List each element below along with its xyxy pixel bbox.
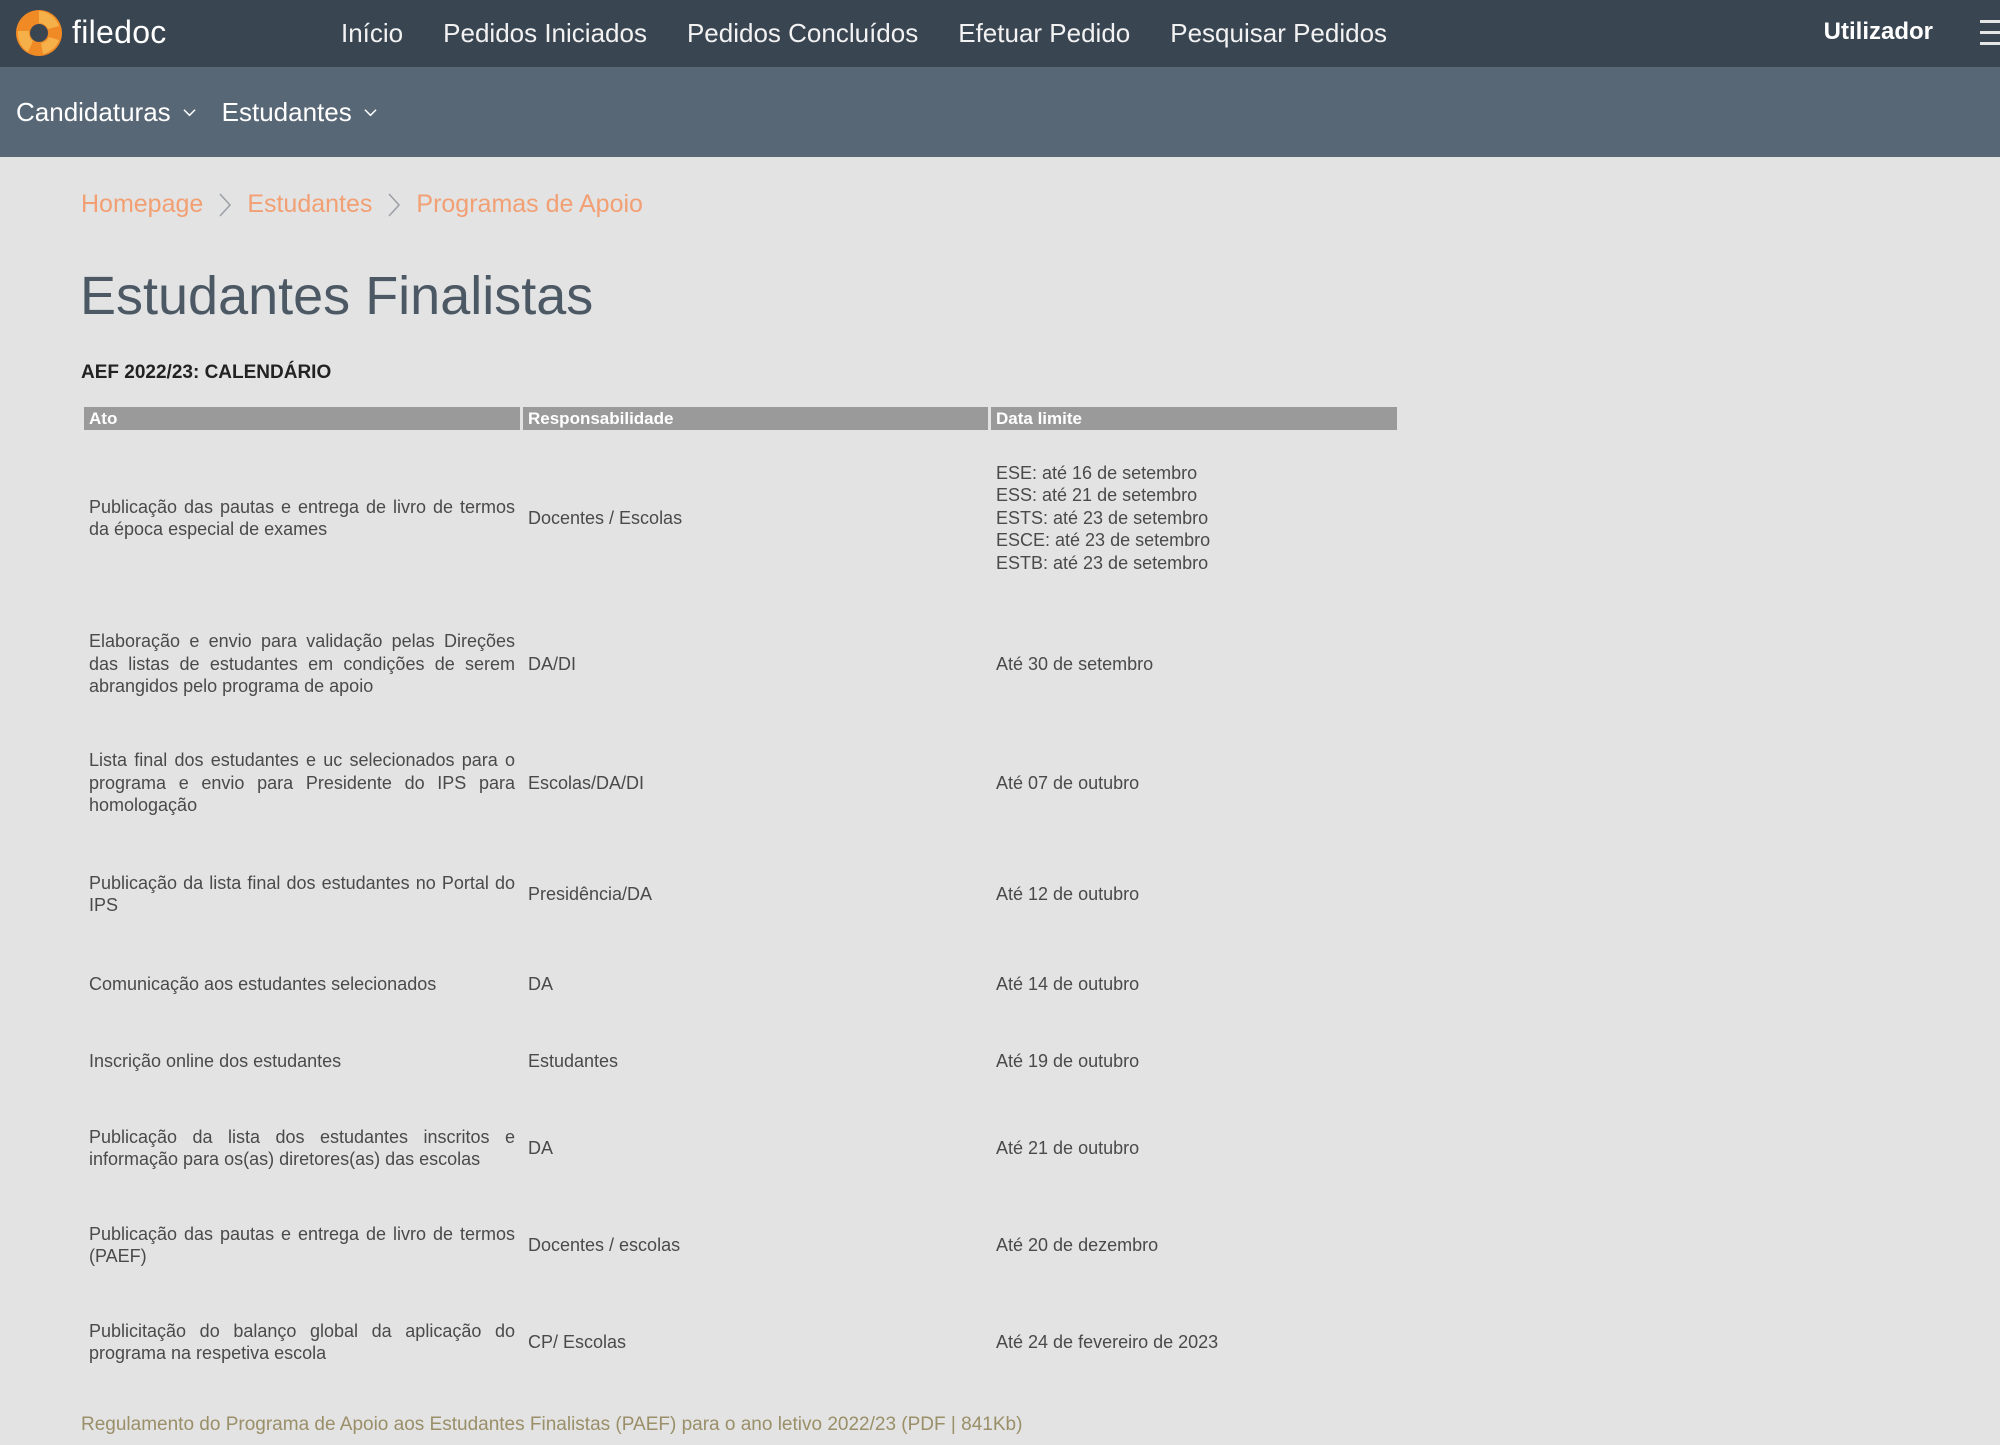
cell-ato: Publicação da lista dos estudantes inscr… [89, 1126, 515, 1170]
user-menu[interactable]: Utilizador [1824, 18, 1933, 46]
cell-ato: Lista final dos estudantes e uc selecion… [89, 750, 515, 816]
cell-ato: Publicação da lista final dos estudantes… [89, 872, 515, 916]
nav-pesquisar-pedidos[interactable]: Pesquisar Pedidos [1170, 18, 1387, 49]
brand-name[interactable]: filedoc [72, 14, 167, 51]
sub-nav-bar: Candidaturas Estudantes [0, 67, 2000, 157]
cell-data-limite-line: ESS: até 21 de setembro [996, 485, 1198, 506]
nav-pedidos-iniciados[interactable]: Pedidos Iniciados [443, 18, 647, 49]
cell-ato: Publicação das pautas e entrega de livro… [89, 496, 515, 540]
cell-ato: Inscrição online dos estudantes [89, 1050, 342, 1071]
table-row: Inscrição online dos estudantes Estudant… [84, 1024, 1397, 1098]
cell-data-limite: Até 14 de outubro [996, 973, 1140, 994]
subnav-estudantes[interactable]: Estudantes [222, 97, 377, 128]
cell-data-limite-line: ESTB: até 23 de setembro [996, 552, 1209, 573]
cell-ato: Comunicação aos estudantes selecionados [89, 973, 437, 994]
sub-nav: Candidaturas Estudantes [16, 67, 403, 157]
column-header-responsabilidade: Responsabilidade [523, 407, 988, 430]
cell-responsabilidade: DA [528, 1137, 554, 1158]
breadcrumb-estudantes[interactable]: Estudantes [247, 190, 372, 219]
cell-responsabilidade: Docentes / Escolas [528, 507, 683, 528]
chevron-down-icon [364, 108, 377, 116]
nav-inicio[interactable]: Início [341, 18, 403, 49]
cell-data-limite: Até 20 de dezembro [996, 1234, 1159, 1255]
cell-responsabilidade: DA/DI [528, 653, 577, 674]
breadcrumb: Homepage Estudantes Programas de Apoio [81, 190, 643, 219]
breadcrumb-programas-de-apoio[interactable]: Programas de Apoio [416, 190, 643, 219]
cell-responsabilidade: Presidência/DA [528, 883, 653, 904]
table-row: Publicação da lista final dos estudantes… [84, 844, 1397, 944]
cell-ato: Elaboração e envio para validação pelas … [89, 631, 515, 697]
table-row: Comunicação aos estudantes selecionados … [84, 947, 1397, 1021]
cell-data-limite: Até 12 de outubro [996, 883, 1140, 904]
section-title: AEF 2022/23: CALENDÁRIO [81, 362, 332, 383]
cell-responsabilidade: Escolas/DA/DI [528, 772, 645, 793]
cell-responsabilidade: Docentes / escolas [528, 1234, 681, 1255]
cell-responsabilidade: DA [528, 973, 554, 994]
cell-ato: Publicação das pautas e entrega de livro… [89, 1223, 515, 1267]
subnav-candidaturas[interactable]: Candidaturas [16, 97, 196, 128]
table-row: Publicação das pautas e entrega de livro… [84, 1198, 1397, 1292]
top-nav: Início Pedidos Iniciados Pedidos Concluí… [341, 0, 1427, 67]
subnav-estudantes-label: Estudantes [221, 96, 352, 127]
nav-pedidos-concluidos[interactable]: Pedidos Concluídos [687, 18, 918, 49]
filedoc-logo-icon[interactable] [15, 9, 63, 57]
chevron-right-icon [388, 192, 401, 217]
table-row: Lista final dos estudantes e uc selecion… [84, 725, 1397, 841]
table-row: Publicação da lista dos estudantes inscr… [84, 1101, 1397, 1195]
cell-data-limite: ESE: até 16 de setembro ESS: até 21 de s… [991, 433, 1397, 603]
subnav-candidaturas-label: Candidaturas [16, 96, 171, 127]
column-header-data-limite: Data limite [991, 407, 1397, 430]
cell-data-limite-line: ESE: até 16 de setembro [996, 462, 1198, 483]
table-row: Publicação das pautas e entrega de livro… [84, 433, 1397, 603]
top-bar: filedoc Início Pedidos Iniciados Pedidos… [0, 0, 2000, 67]
cell-ato: Publicitação do balanço global da aplica… [89, 1320, 515, 1364]
cell-data-limite: Até 24 de fevereiro de 2023 [996, 1331, 1219, 1352]
cell-responsabilidade: CP/ Escolas [528, 1331, 627, 1352]
calendar-table: Ato Responsabilidade Data limite Publica… [81, 404, 1400, 1392]
cell-data-limite-line: ESCE: até 23 de setembro [996, 530, 1211, 551]
regulamento-pdf-link[interactable]: Regulamento do Programa de Apoio aos Est… [81, 1414, 1022, 1436]
chevron-down-icon [183, 108, 196, 116]
table-header-row: Ato Responsabilidade Data limite [84, 407, 1397, 430]
table-row: Publicitação do balanço global da aplica… [84, 1295, 1397, 1389]
table-row: Elaboração e envio para validação pelas … [84, 606, 1397, 722]
cell-responsabilidade: Estudantes [528, 1050, 619, 1071]
cell-data-limite: Até 07 de outubro [996, 772, 1140, 793]
nav-efetuar-pedido[interactable]: Efetuar Pedido [958, 18, 1130, 49]
cell-data-limite: Até 19 de outubro [996, 1050, 1140, 1071]
chevron-right-icon [219, 192, 232, 217]
cell-data-limite: Até 21 de outubro [996, 1137, 1140, 1158]
hamburger-menu-icon[interactable] [1980, 20, 2000, 48]
page-title: Estudantes Finalistas [80, 266, 594, 326]
column-header-ato: Ato [84, 407, 520, 430]
cell-data-limite-line: ESTS: até 23 de setembro [996, 507, 1209, 528]
breadcrumb-homepage[interactable]: Homepage [81, 190, 203, 219]
cell-data-limite: Até 30 de setembro [996, 653, 1154, 674]
